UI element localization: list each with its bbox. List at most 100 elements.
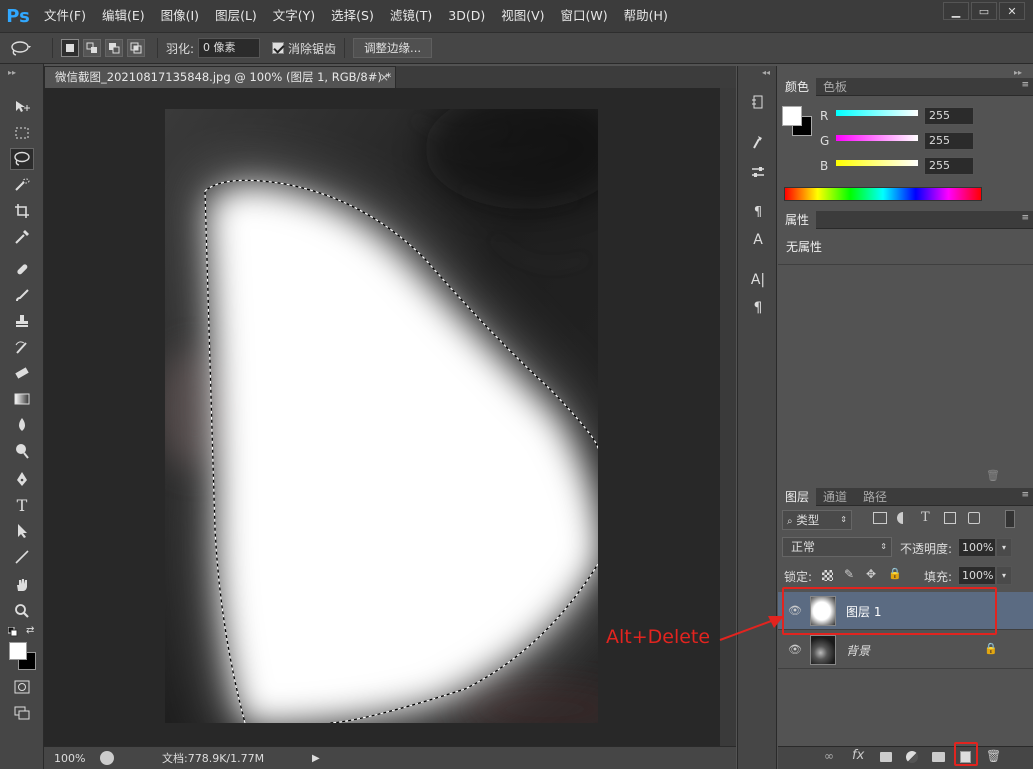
- tab-color[interactable]: 颜色: [778, 78, 817, 96]
- new-group-icon[interactable]: [932, 752, 945, 762]
- filter-pixel-icon[interactable]: [873, 512, 887, 524]
- screen-mode-icon[interactable]: [10, 702, 34, 724]
- menu-image[interactable]: 图像(I): [153, 0, 207, 32]
- character-panel-icon[interactable]: A|: [748, 270, 768, 290]
- antialias-checkbox[interactable]: [272, 42, 285, 54]
- line-tool-icon[interactable]: [10, 546, 34, 568]
- layer-row-background[interactable]: 👁 背景 🔒: [778, 631, 1033, 669]
- tab-close-icon[interactable]: ×: [379, 67, 389, 87]
- tab-paths[interactable]: 路径: [856, 488, 894, 506]
- eraser-tool-icon[interactable]: [10, 362, 34, 384]
- paragraph-panel-icon[interactable]: ¶: [748, 298, 768, 318]
- lasso-tool-icon[interactable]: [10, 148, 34, 170]
- collapse-icon[interactable]: ▸▸: [8, 68, 16, 77]
- menu-type[interactable]: 文字(Y): [265, 0, 323, 32]
- foreground-color-chip[interactable]: [782, 106, 802, 126]
- quick-selection-tool-icon[interactable]: [10, 174, 34, 196]
- menu-filter[interactable]: 滤镜(T): [382, 0, 440, 32]
- opacity-dropdown-icon[interactable]: ▾: [996, 538, 1012, 557]
- swap-colors-icon[interactable]: ⇄: [26, 625, 34, 636]
- filter-shape-icon[interactable]: [944, 512, 956, 524]
- menu-file[interactable]: 文件(F): [36, 0, 94, 32]
- delete-layer-icon[interactable]: 🗑: [986, 749, 1001, 763]
- subtract-selection-icon[interactable]: [105, 39, 123, 57]
- history-panel-icon[interactable]: [748, 92, 768, 112]
- zoom-tool-icon[interactable]: [10, 600, 34, 622]
- blend-mode-dropdown[interactable]: 正常 ⇕: [782, 537, 892, 557]
- tab-channels[interactable]: 通道: [816, 488, 854, 506]
- pen-tool-icon[interactable]: [10, 468, 34, 490]
- vertical-scrollbar[interactable]: [720, 88, 736, 746]
- panel-menu-icon[interactable]: ≡: [1021, 80, 1029, 90]
- status-menu-arrow-icon[interactable]: ▶: [312, 753, 320, 764]
- adjustment-layer-icon[interactable]: [906, 751, 918, 763]
- channel-b-value[interactable]: 255: [924, 157, 974, 175]
- healing-brush-tool-icon[interactable]: [10, 258, 34, 280]
- panel-menu-icon[interactable]: ≡: [1021, 490, 1029, 500]
- character-style-panel-icon[interactable]: A: [748, 230, 768, 250]
- lock-transparent-icon[interactable]: [822, 570, 833, 581]
- tab-layers[interactable]: 图层: [778, 488, 817, 506]
- menu-window[interactable]: 窗口(W): [553, 0, 616, 32]
- lock-move-icon[interactable]: ✥: [866, 567, 876, 581]
- properties-trash-icon[interactable]: 🗑: [986, 469, 1000, 482]
- filter-toggle-switch[interactable]: [1005, 510, 1015, 528]
- clone-stamp-tool-icon[interactable]: [10, 310, 34, 332]
- tab-properties[interactable]: 属性: [778, 211, 817, 229]
- hand-tool-icon[interactable]: [10, 574, 34, 596]
- visibility-eye-icon[interactable]: 👁: [788, 643, 802, 656]
- fill-input[interactable]: 100%: [958, 566, 996, 585]
- menu-layer[interactable]: 图层(L): [207, 0, 265, 32]
- filter-type-icon[interactable]: T: [921, 510, 930, 525]
- channel-r-value[interactable]: 255: [924, 107, 974, 125]
- quick-mask-icon[interactable]: [10, 676, 34, 698]
- tab-swatches[interactable]: 色板: [816, 78, 854, 96]
- blur-tool-icon[interactable]: [10, 414, 34, 436]
- restore-button[interactable]: ▭: [971, 2, 997, 20]
- menu-edit[interactable]: 编辑(E): [94, 0, 153, 32]
- default-colors-icon[interactable]: [7, 626, 18, 637]
- link-layers-icon[interactable]: ∞: [824, 749, 834, 763]
- collapse-dock-icon[interactable]: ◂◂: [762, 68, 770, 77]
- gradient-tool-icon[interactable]: [10, 388, 34, 410]
- channel-g-value[interactable]: 255: [924, 132, 974, 150]
- channel-r-slider[interactable]: [836, 110, 918, 116]
- add-mask-icon[interactable]: [880, 752, 892, 762]
- document-image[interactable]: [165, 109, 598, 723]
- channel-g-slider[interactable]: [836, 135, 918, 141]
- fill-dropdown-icon[interactable]: ▾: [996, 566, 1012, 585]
- brush-tool-icon[interactable]: [10, 284, 34, 306]
- move-tool-icon[interactable]: [10, 96, 34, 118]
- brush-panel-icon[interactable]: [748, 132, 768, 152]
- menu-help[interactable]: 帮助(H): [616, 0, 676, 32]
- intersect-selection-icon[interactable]: [127, 39, 145, 57]
- menu-view[interactable]: 视图(V): [493, 0, 552, 32]
- dodge-tool-icon[interactable]: [10, 440, 34, 462]
- panel-menu-icon[interactable]: ≡: [1021, 213, 1029, 223]
- eyedropper-tool-icon[interactable]: [10, 226, 34, 248]
- layer-style-fx-icon[interactable]: fx: [852, 748, 864, 763]
- zoom-level[interactable]: 100%: [44, 752, 96, 765]
- feather-input[interactable]: 0 像素: [198, 38, 261, 58]
- lasso-preset-icon[interactable]: [10, 40, 44, 56]
- refine-edge-button[interactable]: 调整边缘...: [353, 38, 433, 58]
- foreground-color-swatch[interactable]: [9, 642, 27, 660]
- channel-b-slider[interactable]: [836, 160, 918, 166]
- adjustments-panel-icon[interactable]: [748, 162, 768, 182]
- layer-name[interactable]: 背景: [846, 642, 870, 659]
- close-button[interactable]: ✕: [999, 2, 1025, 20]
- color-spectrum[interactable]: [784, 187, 982, 201]
- type-tool-icon[interactable]: T: [10, 494, 34, 516]
- filter-smart-object-icon[interactable]: [968, 512, 980, 524]
- menu-3d[interactable]: 3D(D): [440, 0, 493, 32]
- marquee-tool-icon[interactable]: [10, 122, 34, 144]
- document-tab[interactable]: 微信截图_20210817135848.jpg @ 100% (图层 1, RG…: [44, 66, 396, 88]
- path-selection-tool-icon[interactable]: [10, 520, 34, 542]
- filter-adjustment-icon[interactable]: [897, 512, 909, 524]
- history-brush-tool-icon[interactable]: [10, 336, 34, 358]
- add-selection-icon[interactable]: [83, 39, 101, 57]
- layer-filter-dropdown[interactable]: ⌕ 类型 ⇕: [782, 510, 852, 530]
- lock-all-icon[interactable]: 🔒: [888, 567, 902, 580]
- status-info-icon[interactable]: [100, 751, 114, 765]
- new-selection-icon[interactable]: [61, 39, 79, 57]
